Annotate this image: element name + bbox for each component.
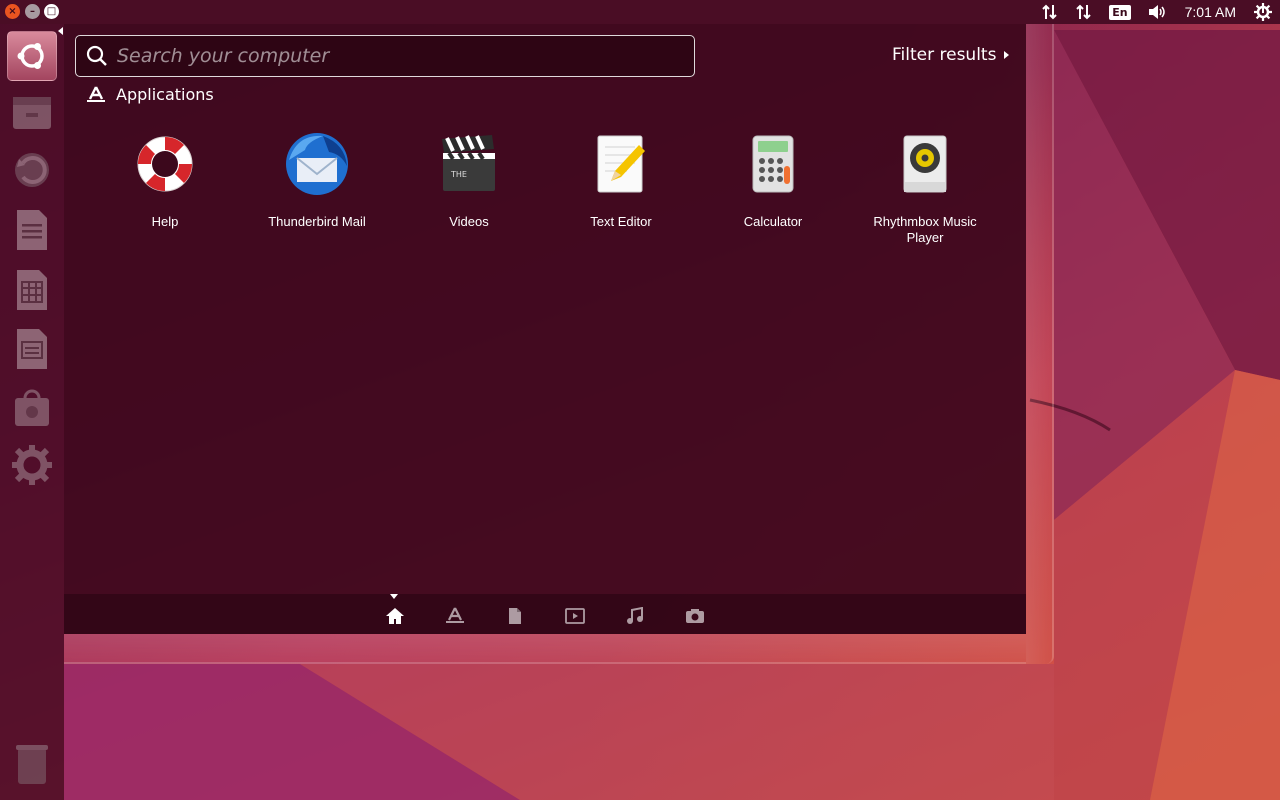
app-tile-help[interactable]: Help <box>89 125 241 255</box>
category-title: Applications <box>116 85 214 104</box>
app-label: Videos <box>449 214 489 229</box>
lens-home-button[interactable] <box>383 604 407 628</box>
top-panel: × – □ En 7:01 AM <box>0 0 1280 24</box>
app-label: Rhythmbox Music Player <box>873 214 977 245</box>
close-window-button[interactable]: × <box>5 4 20 19</box>
app-label: Thunderbird Mail <box>268 214 366 229</box>
text-editor-icon <box>585 128 657 200</box>
launcher <box>0 24 64 800</box>
keyboard-language-indicator[interactable]: En <box>1101 0 1138 24</box>
app-tile-calculator[interactable]: Calculator <box>697 125 849 255</box>
session-gear-icon[interactable] <box>1246 0 1280 24</box>
backup-icon[interactable] <box>7 145 57 195</box>
lens-video-button[interactable] <box>563 604 587 628</box>
applications-icon <box>446 607 464 623</box>
network-up-down-icon[interactable] <box>1033 0 1067 24</box>
lens-applications-button[interactable] <box>443 604 467 628</box>
calc-spreadsheet-icon[interactable] <box>7 265 57 315</box>
app-label: Help <box>151 214 179 229</box>
file-icon <box>509 608 521 624</box>
music-icon <box>627 607 643 624</box>
maximize-window-button[interactable]: □ <box>44 4 59 19</box>
filter-results-button[interactable]: Filter results <box>892 45 1010 65</box>
software-center-icon[interactable] <box>7 382 57 432</box>
thunderbird-icon <box>281 128 353 200</box>
app-label: Text Editor <box>590 214 652 229</box>
app-tile-rhythmbox[interactable]: Rhythmbox Music Player <box>849 125 1001 255</box>
app-tile-videos[interactable]: THE Videos <box>393 125 545 255</box>
calculator-icon <box>737 128 809 200</box>
help-lifebuoy-icon <box>129 128 201 200</box>
lens-music-button[interactable] <box>623 604 647 628</box>
ubuntu-logo-icon <box>17 43 44 69</box>
files-icon[interactable] <box>7 87 57 137</box>
volume-icon[interactable] <box>1139 0 1175 24</box>
dash-border-right <box>1026 24 1054 664</box>
trash-icon[interactable] <box>7 739 57 789</box>
network-up-down-icon[interactable] <box>1067 0 1101 24</box>
launcher-active-arrow <box>58 27 63 35</box>
rhythmbox-speaker-icon <box>889 128 961 200</box>
video-icon <box>565 608 585 624</box>
applications-icon <box>87 85 105 102</box>
dash-overlay <box>64 24 1026 634</box>
category-header: Applications <box>86 85 214 104</box>
search-box[interactable] <box>75 35 695 77</box>
app-tile-text-editor[interactable]: Text Editor <box>545 125 697 255</box>
ubuntu-dash-button[interactable] <box>7 31 57 81</box>
lens-bar <box>64 594 1026 634</box>
app-label: Calculator <box>743 214 803 229</box>
lens-files-button[interactable] <box>503 604 527 628</box>
system-settings-icon[interactable] <box>7 440 57 490</box>
search-icon <box>86 45 107 66</box>
search-input[interactable] <box>117 36 694 76</box>
indicator-area: En 7:01 AM <box>1033 0 1280 24</box>
active-lens-indicator <box>390 594 398 599</box>
svg-text:THE: THE <box>450 170 467 179</box>
writer-icon[interactable] <box>7 205 57 255</box>
camera-icon <box>686 609 704 623</box>
app-tile-thunderbird[interactable]: Thunderbird Mail <box>241 125 393 255</box>
dash-border-bottom <box>64 634 1026 664</box>
impress-icon[interactable] <box>7 324 57 374</box>
home-icon <box>386 608 404 624</box>
minimize-window-button[interactable]: – <box>25 4 40 19</box>
filter-results-label: Filter results <box>892 45 997 65</box>
lens-photos-button[interactable] <box>683 604 707 628</box>
clock[interactable]: 7:01 AM <box>1175 0 1246 24</box>
clapperboard-icon: THE <box>433 128 505 200</box>
chevron-right-icon <box>1004 51 1010 59</box>
language-label: En <box>1109 4 1131 20</box>
